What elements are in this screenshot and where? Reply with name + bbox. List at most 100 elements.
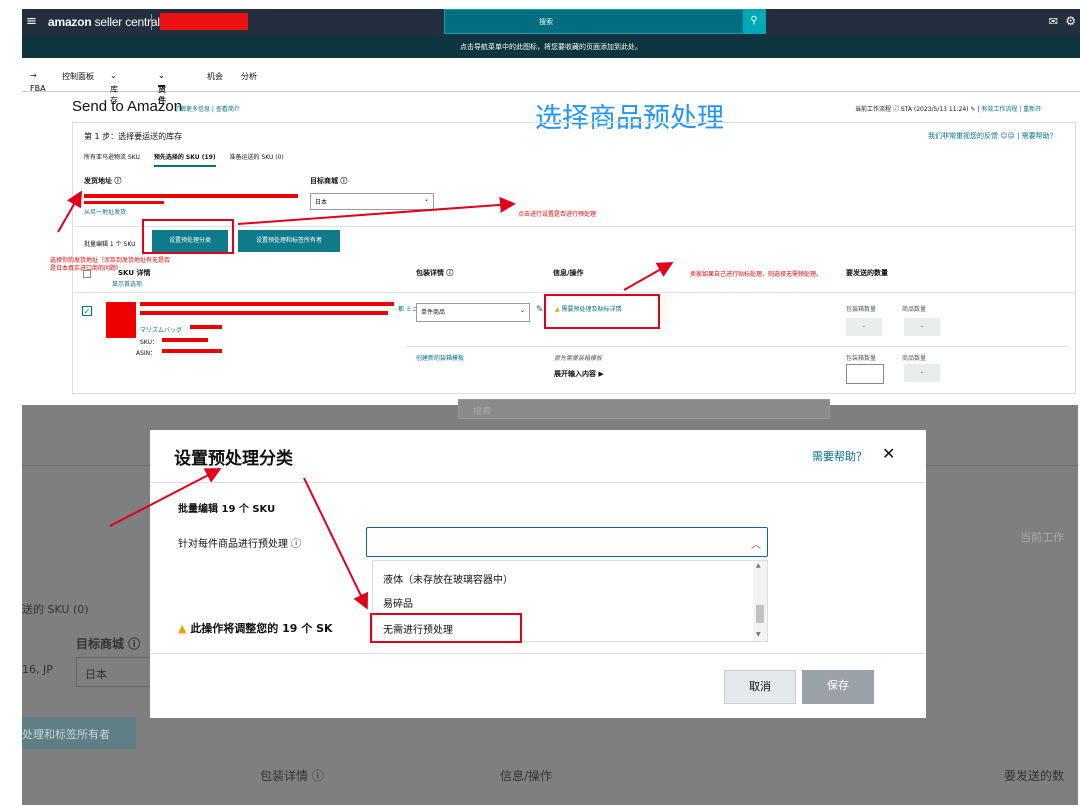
help-link[interactable]: 需要帮助？	[1022, 132, 1057, 140]
redacted-product-title-2	[140, 311, 388, 315]
secondary-nav: FBA → 控制面板 库存 ⌄ 货件 ⌄ 机会 分析	[22, 58, 1080, 105]
annotation-note-sticker: 卖家如果自己进行贴标处理，则选择无需预处理。	[690, 271, 823, 278]
packing-select[interactable]: 单件商品 ⌄	[416, 303, 530, 322]
box-count-label-2: 包装箱数量	[846, 355, 877, 362]
col-quantity: 要发送的数量	[846, 269, 888, 277]
nav-crumb-fba[interactable]: FBA →	[30, 71, 46, 93]
nav-item-opportunities[interactable]: 机会	[207, 71, 223, 82]
modal-help-link[interactable]: 需要帮助？	[812, 448, 867, 464]
annotation-box-prep-warning	[544, 294, 660, 329]
sku-prefix: SKU：	[140, 339, 158, 346]
create-box-template-link[interactable]: 创建新的装箱模板	[416, 353, 464, 362]
smiley-icon[interactable]: ☺☹	[1000, 132, 1015, 140]
workflow-links[interactable]: 有效工作流程 | 重新开	[981, 106, 1041, 113]
modal-title: 设置预处理分类	[174, 449, 293, 469]
item-count-value-2: -	[904, 364, 940, 382]
chevron-up-icon: ︿	[751, 540, 761, 551]
scroll-up-icon[interactable]: ▲	[756, 562, 761, 569]
background-search: 搜索	[458, 399, 830, 419]
close-icon[interactable]: ✕	[882, 444, 895, 463]
modal-warning-text: 此操作将调整您的 19 个 SK	[190, 622, 333, 635]
prep-category-modal: 设置预处理分类 需要帮助？ ✕ 批量编辑 19 个 SKU 针对每件商品进行预处…	[150, 430, 926, 718]
workflow-value: STA (2023/5/13 11:24)	[900, 106, 969, 113]
step-heading: 第 1 步：选择要运送的库存	[84, 132, 183, 141]
box-count-input[interactable]	[846, 364, 884, 384]
search-placeholder: 搜索	[539, 18, 553, 26]
background-search-text: 搜索	[473, 407, 492, 417]
redacted-name	[190, 325, 222, 329]
logo-suffix: seller central	[91, 15, 160, 29]
col-sku-details: SKU 详情	[118, 269, 151, 277]
tab-ready-sku[interactable]: 准备运送的 SKU (0)	[229, 154, 283, 161]
redacted-product-image	[106, 302, 136, 338]
feedback-area: 我们非常重视您的反馈 ☺☹ | 需要帮助？	[928, 132, 1057, 140]
redacted-product-title	[140, 302, 394, 306]
seller-central-logo[interactable]: amazon seller central	[48, 15, 160, 29]
save-button[interactable]: 保存	[802, 670, 874, 704]
gear-icon[interactable]: ⚙	[1065, 14, 1076, 28]
edit-icon[interactable]: ✎	[970, 106, 975, 113]
redacted-asin	[162, 349, 222, 353]
marketplace-select[interactable]: 日本 ⌄	[310, 193, 434, 210]
search-icon[interactable]: ⚲	[743, 10, 765, 33]
bookmark-notice: 点击导航菜单中的此图标，将您要收藏的页面添加到此处。	[22, 36, 1080, 58]
marketplace-value: 日本	[315, 199, 328, 206]
annotation-note-address: 选择你的发货地址（涉及到发货地址有无是否是日本真实进口商的问题）	[50, 257, 171, 272]
box-count-label: 包装箱数量	[846, 306, 877, 313]
feedback-text: 我们非常重视您的反馈	[928, 132, 998, 140]
nav-item-analytics[interactable]: 分析	[241, 71, 257, 82]
prep-select[interactable]: ︿	[366, 527, 768, 557]
display-preferences-link[interactable]: 显示首选项	[112, 279, 142, 288]
search-input[interactable]: 搜索 ⚲	[444, 9, 766, 34]
tab-preselected-sku[interactable]: 预先选择的 SKU (19)	[153, 154, 216, 167]
ship-from-another-link[interactable]: 从另一地址发货	[84, 207, 126, 216]
product-name[interactable]: マリズムバッグ	[140, 325, 182, 334]
chevron-down-icon: ⌄	[423, 196, 429, 203]
nav-crumb-label: FBA	[30, 84, 46, 93]
warning-icon: ▲	[178, 622, 187, 635]
options-scrollbar[interactable]: ▲ ▼	[753, 561, 767, 641]
annotation-note-prep: 点击进行设置是否进行预处理	[518, 211, 597, 218]
item-count-label-2: 商品数量	[902, 355, 927, 362]
bulk-edit-label: 批量编辑 1 个 SKU	[84, 241, 136, 248]
page-title: Send to Amazon	[72, 98, 183, 115]
ship-from-label: 发货地址 ⓘ	[84, 177, 122, 185]
redacted-address	[84, 194, 298, 198]
tab-all-sku[interactable]: 所有亚马逊物流 SKU	[84, 154, 140, 161]
asin-prefix: ASIN：	[136, 350, 157, 357]
divider	[150, 482, 926, 483]
logo-text: amazon	[48, 15, 92, 29]
top-navigation-bar: ≡ amazon seller central 搜索 ⚲ ✉ ⚙	[22, 9, 1080, 36]
background-marketplace-select: 日本	[76, 657, 156, 687]
col-packing-details: 包装详情 ⓘ	[416, 269, 454, 277]
redacted-sku	[162, 338, 208, 342]
nav-item-inventory[interactable]: 库存 ⌄	[110, 71, 118, 105]
row-checkbox[interactable]: ✓	[82, 306, 92, 316]
divider	[72, 292, 1076, 293]
packing-value: 单件商品	[421, 309, 446, 316]
edit-pencil-icon[interactable]: ✎	[536, 305, 544, 315]
scroll-down-icon[interactable]: ▼	[756, 631, 761, 638]
nav-item-shipments[interactable]: 货件 ⌄	[158, 71, 166, 105]
annotation-box-no-prep	[370, 613, 522, 643]
mail-icon[interactable]: ✉	[1049, 15, 1058, 28]
marketplace-label: 目标商城 ⓘ	[310, 177, 348, 185]
product-title-tail[interactable]: 都 ミニ	[398, 304, 418, 313]
option-fragile[interactable]: 易碎品	[383, 595, 413, 610]
title-links[interactable]: 了解更多信息 | 查看简介	[174, 104, 240, 113]
hamburger-menu-icon[interactable]: ≡	[26, 14, 37, 29]
option-liquid[interactable]: 液体（未存放在玻璃容器中）	[383, 571, 513, 586]
set-prep-label-owner-button[interactable]: 设置预处理和标签所有者	[238, 230, 340, 252]
background-col-pack: 包装详情 ⓘ	[260, 769, 324, 783]
divider	[151, 14, 152, 30]
select-all-checkbox[interactable]	[83, 270, 91, 278]
expand-input-toggle[interactable]: 展开输入内容 ▶	[554, 369, 604, 379]
background-col-info: 信息/操作	[500, 769, 553, 783]
scrollbar-thumb[interactable]	[756, 605, 764, 623]
background-marketplace-label: 目标商城 ⓘ	[76, 637, 141, 651]
template-hint: 首先需要装箱模板	[554, 355, 603, 362]
nav-item-dashboard[interactable]: 控制面板	[62, 71, 94, 82]
cancel-button[interactable]: 取消	[724, 670, 796, 704]
workflow-info: 当前工作流程 ⓘ STA (2023/5/13 11:24) ✎ | 有效工作流…	[855, 106, 1042, 113]
background-marketplace-value: 日本	[85, 668, 107, 681]
